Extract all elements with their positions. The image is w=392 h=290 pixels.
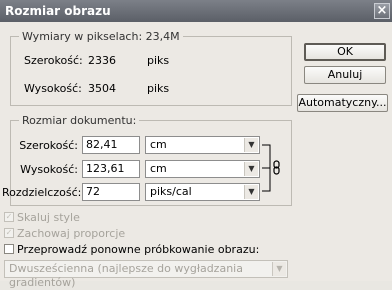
resample-method-value: Dwusześcienna (najlepsze do wygładzania …	[9, 262, 243, 289]
doc-height-unit-select[interactable]: cm ▼	[145, 160, 260, 178]
pixel-height-value: 3504	[88, 82, 116, 95]
dialog-title: Rozmiar obrazu	[5, 4, 111, 18]
constrain-proportions-label: Zachowaj proporcje	[17, 226, 126, 240]
doc-width-unit-select[interactable]: cm ▼	[145, 136, 260, 154]
chevron-down-icon: ▼	[272, 262, 286, 276]
chain-link-icon	[273, 160, 280, 175]
pixel-dimensions-legend: Wymiary w pikselach: 23,4M	[22, 30, 180, 43]
doc-width-label: Szerokość:	[19, 139, 78, 152]
doc-resolution-input[interactable]: 72	[82, 183, 140, 201]
chevron-down-icon: ▼	[244, 162, 258, 176]
doc-resolution-unit: piks/cal	[150, 185, 192, 198]
close-button[interactable]: ×	[374, 3, 390, 19]
resample-option[interactable]: Przeprowadź ponowne próbkowanie obrazu:	[4, 242, 259, 256]
image-size-dialog: Rozmiar obrazu × Wymiary w pikselach: 23…	[0, 0, 392, 289]
pixel-width-unit: piks	[147, 54, 170, 67]
pixel-width-value: 2336	[88, 54, 116, 67]
checkmark-icon: ✓	[4, 212, 14, 222]
doc-resolution-label: Rozdzielczość:	[2, 186, 82, 199]
scale-styles-option[interactable]: ✓ Skaluj style	[4, 210, 80, 224]
doc-width-unit: cm	[150, 138, 167, 151]
doc-height-unit: cm	[150, 162, 167, 175]
close-icon: ×	[376, 3, 388, 18]
chevron-down-icon: ▼	[244, 185, 258, 199]
pixel-height-label: Wysokość:	[24, 82, 82, 95]
scale-styles-label: Skaluj style	[17, 210, 80, 224]
chevron-down-icon: ▼	[244, 138, 258, 152]
doc-resolution-unit-select[interactable]: piks/cal ▼	[145, 183, 260, 201]
auto-button[interactable]: Automatyczny...	[297, 94, 388, 112]
doc-width-value: 82,41	[86, 138, 118, 151]
constrain-proportions-option[interactable]: ✓ Zachowaj proporcje	[4, 226, 125, 240]
checkmark-icon: ✓	[4, 228, 14, 238]
pixel-height-unit: piks	[147, 82, 170, 95]
pixel-width-label: Szerokość:	[24, 54, 83, 67]
resample-label: Przeprowadź ponowne próbkowanie obrazu:	[17, 242, 260, 256]
ok-button[interactable]: OK	[304, 43, 386, 61]
resample-checkbox[interactable]	[4, 244, 14, 254]
doc-height-input[interactable]: 123,61	[82, 160, 140, 178]
doc-height-value: 123,61	[86, 162, 125, 175]
doc-width-input[interactable]: 82,41	[82, 136, 140, 154]
cancel-button[interactable]: Anuluj	[304, 66, 386, 84]
document-size-legend: Rozmiar dokumentu:	[22, 114, 137, 127]
doc-resolution-value: 72	[86, 185, 100, 198]
doc-height-label: Wysokość:	[20, 163, 78, 176]
title-bar: Rozmiar obrazu ×	[0, 0, 392, 22]
resample-method-select[interactable]: Dwusześcienna (najlepsze do wygładzania …	[4, 260, 288, 289]
